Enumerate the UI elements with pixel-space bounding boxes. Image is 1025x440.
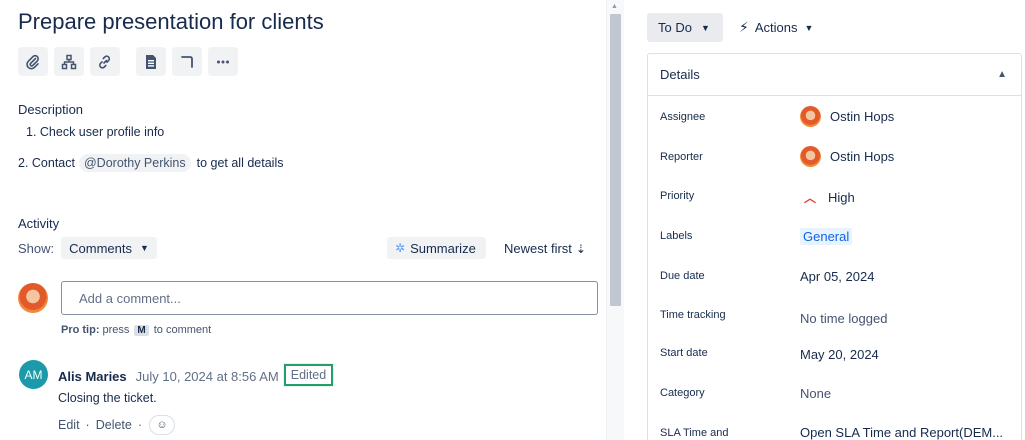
labels-value[interactable]: General	[800, 228, 853, 245]
time-tracking-label: Time tracking	[660, 309, 726, 321]
pro-tip-text: press	[102, 324, 130, 336]
description-heading: Description	[18, 102, 84, 117]
more-button[interactable]	[208, 47, 238, 76]
summarize-label: Summarize	[410, 240, 476, 256]
assignee-label: Assignee	[660, 111, 706, 123]
comment-body: Closing the ticket.	[58, 391, 157, 405]
attach-button[interactable]	[18, 47, 48, 76]
due-date-value[interactable]: Apr 05, 2024	[800, 269, 874, 284]
pro-tip-text-end: to comment	[153, 324, 212, 336]
activity-filter: Show: Comments ▼	[18, 237, 157, 259]
chevron-down-icon: ▼	[804, 22, 814, 33]
assignee-value[interactable]: Ostin Hops	[800, 106, 894, 127]
start-date-value[interactable]: May 20, 2024	[800, 347, 879, 362]
priority-high-icon: ︿	[804, 191, 817, 205]
show-label: Show:	[18, 240, 55, 256]
description-line-1: 1. Check user profile info	[26, 125, 165, 139]
assignee-avatar	[800, 106, 821, 127]
reporter-name: Ostin Hops	[830, 149, 895, 164]
lightning-icon: ⚡	[739, 19, 749, 35]
scroll-up-arrow[interactable]: ▲	[611, 3, 618, 10]
add-comment-input[interactable]: Add a comment...	[61, 281, 598, 315]
shortcut-key: M	[134, 324, 149, 336]
smiley-icon: ☺	[156, 419, 168, 431]
pro-tip-label: Pro tip:	[61, 324, 100, 336]
edited-badge: Edited	[283, 364, 334, 386]
chevron-down-icon: ▼	[140, 243, 149, 253]
activity-type-select[interactable]: Comments ▼	[61, 237, 157, 259]
sort-order-button[interactable]: Newest first ⇣	[504, 241, 586, 256]
confluence-page-icon	[146, 54, 156, 69]
due-date-label: Due date	[660, 270, 705, 282]
flag-button[interactable]	[172, 47, 202, 76]
link-icon	[99, 54, 111, 69]
reporter-avatar	[800, 146, 821, 167]
category-value[interactable]: None	[800, 386, 831, 401]
attachment-icon	[26, 54, 39, 69]
confluence-page-button[interactable]	[136, 47, 166, 76]
priority-label: Priority	[660, 190, 695, 202]
reporter-label: Reporter	[660, 151, 703, 163]
comment-author[interactable]: Alis Maries	[58, 369, 127, 384]
comment-actions: Edit · Delete · ☺	[58, 415, 176, 435]
delete-comment-link[interactable]: Delete	[96, 418, 132, 432]
activity-type-value: Comments	[69, 240, 132, 256]
sort-descending-icon: ⇣	[575, 241, 586, 256]
summarize-button[interactable]: ✲ Summarize	[387, 237, 486, 259]
chevron-up-icon[interactable]: ▲	[997, 69, 1007, 80]
description-line-2: 2. Contact @Dorothy Perkins to get all d…	[18, 154, 283, 172]
reporter-value[interactable]: Ostin Hops	[800, 146, 894, 167]
more-icon	[217, 60, 229, 63]
sort-order-label: Newest first	[504, 241, 572, 256]
actions-dropdown[interactable]: ⚡ Actions ▼	[739, 13, 813, 42]
description-line-2-prefix: 2. Contact	[18, 156, 75, 170]
activity-heading: Activity	[18, 216, 60, 231]
add-reaction-button[interactable]: ☺	[149, 415, 176, 435]
pro-tip: Pro tip: press M to comment	[61, 324, 211, 336]
comment-timestamp[interactable]: July 10, 2024 at 8:56 AM	[136, 369, 279, 384]
actions-label: Actions	[754, 20, 798, 35]
category-label: Category	[660, 387, 705, 399]
comment-header: Alis Maries July 10, 2024 at 8:56 AM Edi…	[58, 364, 334, 387]
status-label: To Do	[658, 20, 692, 35]
description-line-2-suffix: to get all details	[196, 156, 284, 170]
issue-title[interactable]: Prepare presentation for clients	[18, 9, 324, 35]
flag-icon	[181, 55, 193, 68]
details-header[interactable]: Details ▲	[648, 54, 1021, 96]
priority-text: High	[828, 190, 855, 205]
priority-value[interactable]: ︿ High	[800, 189, 855, 206]
current-user-avatar	[18, 283, 48, 313]
separator: ·	[137, 418, 143, 432]
labels-label: Labels	[660, 230, 693, 242]
issue-toolbar	[18, 47, 244, 76]
assignee-name: Ostin Hops	[830, 109, 895, 124]
user-mention[interactable]: @Dorothy Perkins	[78, 154, 191, 172]
chevron-down-icon: ▼	[700, 22, 710, 33]
label-chip[interactable]: General	[800, 228, 853, 245]
start-date-label: Start date	[660, 347, 708, 359]
edit-comment-link[interactable]: Edit	[58, 418, 80, 432]
sparkle-icon: ✲	[395, 241, 406, 255]
details-panel: Details ▲ Assignee Ostin Hops Reporter O…	[647, 53, 1022, 440]
link-issue-button[interactable]	[90, 47, 120, 76]
separator: ·	[85, 418, 90, 432]
issue-main-panel: Prepare presentation for clients Descrip…	[0, 0, 606, 440]
sla-value[interactable]: Open SLA Time and Report(DEM...	[800, 425, 1003, 440]
time-tracking-value[interactable]: No time logged	[800, 311, 887, 326]
details-title: Details	[660, 67, 700, 82]
scrollbar-thumb[interactable]	[610, 14, 621, 306]
comment-author-avatar[interactable]: AM	[19, 360, 48, 389]
status-dropdown[interactable]: To Do ▼	[647, 13, 723, 42]
sla-label: SLA Time and	[660, 427, 729, 439]
child-issue-icon	[61, 54, 77, 69]
add-child-issue-button[interactable]	[54, 47, 84, 76]
